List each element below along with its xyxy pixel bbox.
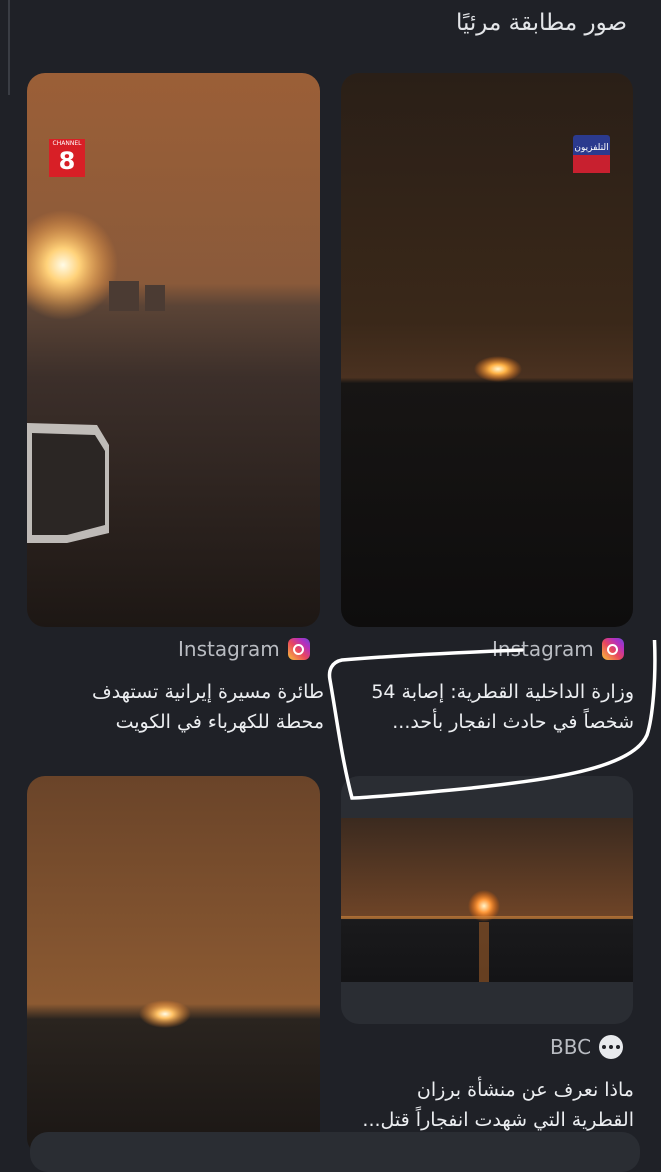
result-source-qatar[interactable]: Instagram: [492, 637, 624, 661]
result-source-bbc[interactable]: BBC: [550, 1035, 624, 1059]
caption-line: طائرة مسيرة إيرانية تستهدف: [92, 681, 324, 703]
result-card-partial[interactable]: [30, 1132, 640, 1172]
result-caption-kuwait[interactable]: طائرة مسيرة إيرانية تستهدف محطة للكهرباء…: [24, 677, 324, 737]
channel-logo-small: CHANNEL: [52, 140, 82, 147]
result-caption-bbc[interactable]: ماذا نعرف عن منشأة برزان القطرية التي شه…: [334, 1075, 634, 1135]
caption-line: شخصاً في حادث انفجار بأحد...: [392, 711, 634, 733]
channel-logo: التلفزيون: [574, 143, 609, 153]
result-source-kuwait[interactable]: Instagram: [178, 637, 310, 661]
result-caption-qatar[interactable]: وزارة الداخلية القطرية: إصابة 54 شخصاً ف…: [334, 677, 634, 737]
result-card-kuwait[interactable]: 8 CHANNEL: [27, 73, 320, 627]
more-dots-icon[interactable]: [599, 1035, 624, 1059]
result-thumbnail: [27, 776, 320, 1156]
result-card-fire[interactable]: [27, 776, 320, 1156]
instagram-icon: [601, 638, 624, 660]
result-source-label: BBC: [550, 1035, 592, 1059]
result-source-label: Instagram: [492, 637, 594, 661]
result-card-bbc[interactable]: [341, 776, 633, 1024]
section-title: صور مطابقة مرئيًا: [455, 10, 627, 36]
instagram-icon: [287, 638, 310, 660]
result-card-qatar[interactable]: التلفزيون: [341, 73, 633, 627]
caption-line: ماذا نعرف عن منشأة برزان: [416, 1079, 634, 1101]
caption-line: محطة للكهرباء في الكويت: [115, 711, 324, 733]
result-source-label: Instagram: [178, 637, 280, 661]
caption-line: القطرية التي شهدت انفجاراً قتل...: [362, 1109, 634, 1131]
caption-line: وزارة الداخلية القطرية: إصابة 54: [371, 681, 634, 703]
scrollbar[interactable]: [8, 0, 10, 95]
result-thumbnail: [341, 73, 633, 627]
channel-logo: 8: [58, 147, 76, 175]
result-thumbnail: [341, 818, 633, 982]
